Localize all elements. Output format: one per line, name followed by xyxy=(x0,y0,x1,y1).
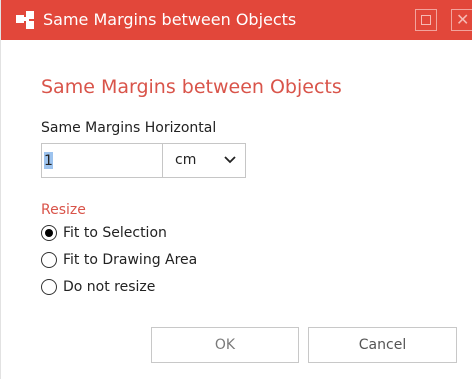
unit-selected-value: cm xyxy=(175,152,197,168)
horizontal-margin-label: Same Margins Horizontal xyxy=(41,120,217,136)
margin-value-combo: cm xyxy=(41,143,246,178)
unit-dropdown[interactable]: cm xyxy=(163,144,245,177)
maximize-button[interactable] xyxy=(415,9,437,31)
radio-button[interactable] xyxy=(41,279,57,295)
radio-label: Fit to Selection xyxy=(63,225,167,241)
radio-button-checked[interactable] xyxy=(41,225,57,241)
chevron-down-icon xyxy=(224,156,236,164)
title-bar[interactable]: Same Margins between Objects ✕ xyxy=(1,0,472,40)
close-icon: ✕ xyxy=(456,10,470,29)
dialog-window: Same Margins between Objects ✕ Same Marg… xyxy=(0,0,472,379)
dialog-heading: Same Margins between Objects xyxy=(41,76,342,98)
puzzle-icon xyxy=(16,11,34,29)
margin-value-input[interactable] xyxy=(42,144,164,177)
close-button[interactable]: ✕ xyxy=(451,9,472,31)
window-title: Same Margins between Objects xyxy=(43,10,297,29)
cancel-button[interactable]: Cancel xyxy=(308,327,457,363)
ok-button[interactable]: OK xyxy=(151,327,299,363)
radio-label: Fit to Drawing Area xyxy=(63,252,198,268)
resize-section-label: Resize xyxy=(41,202,86,218)
radio-button[interactable] xyxy=(41,252,57,268)
radio-label: Do not resize xyxy=(63,279,156,295)
